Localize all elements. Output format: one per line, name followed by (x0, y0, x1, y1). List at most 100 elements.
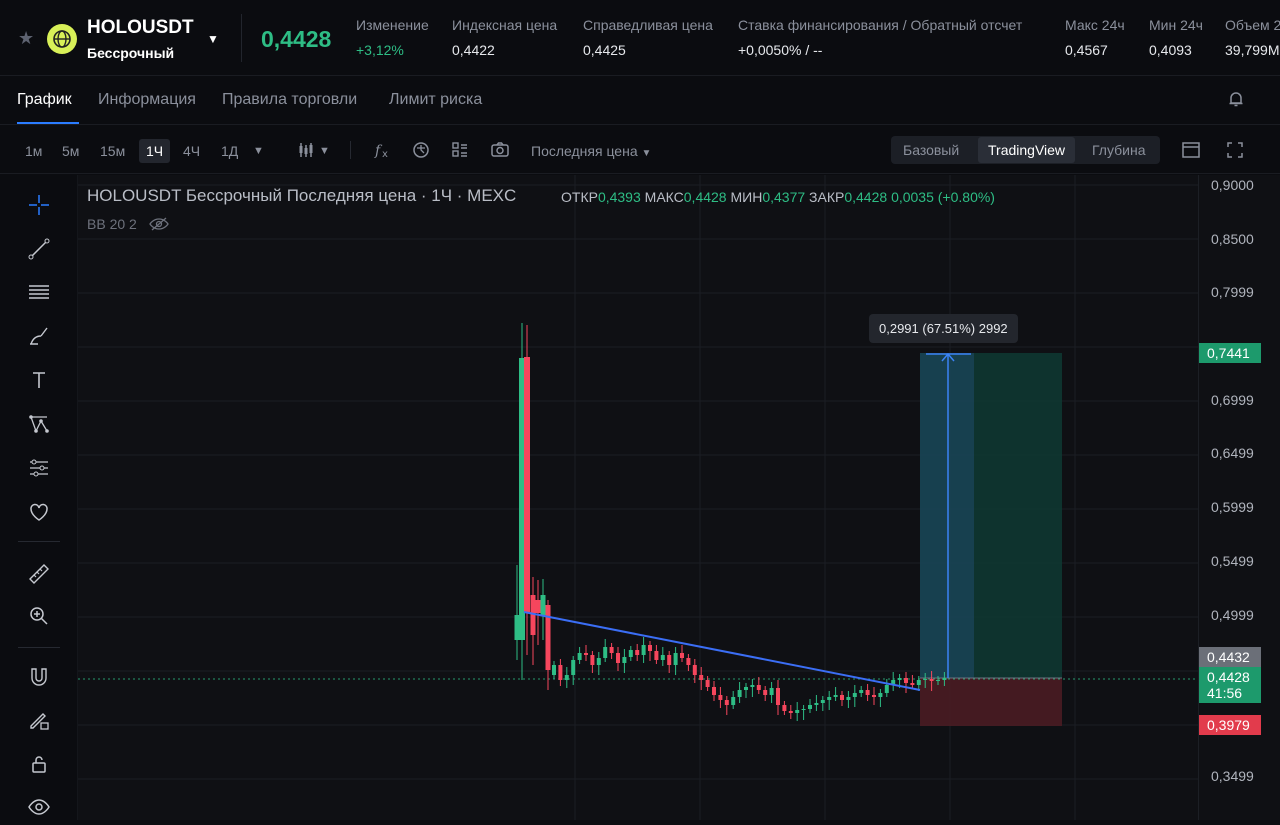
candle-body (577, 653, 582, 660)
crosshair-icon[interactable] (27, 193, 51, 217)
timeframe-dropdown-chevron-down-icon[interactable]: ▼ (253, 145, 264, 157)
camera-icon[interactable] (490, 140, 510, 160)
channel-icon[interactable] (27, 280, 51, 304)
candle-body (673, 653, 678, 665)
chart-type-chevron-down-icon[interactable]: ▼ (319, 145, 330, 157)
candle-body (897, 678, 902, 680)
axis-tick: 0,7999 (1211, 284, 1254, 300)
fib-icon[interactable] (27, 456, 51, 480)
tab-trading-rules[interactable]: Правила торговли (222, 91, 357, 109)
ohlc-high: 0,4428 (683, 189, 727, 205)
stat-index-price: Индексная цена 0,4422 (452, 17, 557, 58)
alerts-icon[interactable] (411, 140, 431, 160)
svg-text:x: x (382, 149, 388, 160)
candle-body (910, 683, 915, 685)
stat-label: Изменение (356, 17, 429, 33)
candle-body (827, 697, 832, 700)
stat-value: +3,12% (356, 42, 404, 58)
stat-value: 0,4422 (452, 42, 495, 58)
position-loss-zone (920, 678, 1062, 726)
candle-body (686, 658, 691, 665)
timeframe-1d[interactable]: 1Д (221, 143, 238, 159)
candle-body (865, 690, 870, 695)
tab-risk-limit[interactable]: Лимит риска (389, 91, 482, 109)
candle-body (763, 690, 768, 695)
zoom-icon[interactable] (27, 604, 51, 628)
brush-icon[interactable] (27, 324, 51, 348)
view-basic[interactable]: Базовый (903, 142, 959, 158)
price-chart[interactable] (78, 175, 1198, 820)
contract-type[interactable]: Бессрочный (87, 45, 174, 61)
divider (241, 14, 242, 62)
candle-body (756, 685, 761, 690)
indicator-bb[interactable]: BB 20 2 (87, 216, 169, 232)
candle-body (590, 655, 595, 665)
trendline (523, 611, 921, 691)
stat-label: Мин 24ч (1149, 17, 1203, 33)
last-price-tag: 0,4428 41:56 (1199, 667, 1261, 703)
candle-body (699, 675, 704, 680)
candle-body (852, 693, 857, 697)
heart-icon[interactable] (27, 500, 51, 524)
symbol-dropdown-chevron-down-icon[interactable]: ▼ (207, 32, 219, 46)
trendline-icon[interactable] (27, 237, 51, 261)
candle-body (929, 679, 934, 681)
candles-icon[interactable] (296, 140, 316, 160)
magnet-icon[interactable] (27, 665, 51, 689)
fullscreen-icon[interactable] (1225, 140, 1245, 160)
timeframe-1h[interactable]: 1Ч (139, 139, 171, 163)
chart-canvas[interactable] (78, 175, 1198, 820)
text-icon[interactable] (27, 368, 51, 392)
stat-value: +0,0050% / -- (738, 42, 823, 58)
candle-body (648, 645, 652, 651)
layout-icon[interactable] (1181, 140, 1201, 160)
pattern-icon[interactable] (27, 412, 51, 436)
stat-volume-24h: Объем 2 39,799M (1225, 17, 1280, 58)
candle-body (878, 693, 883, 697)
ohlc-open-label: ОТКР (561, 189, 598, 205)
ohlc-low: 0,4377 (762, 189, 806, 205)
timeframe-4h[interactable]: 4Ч (183, 143, 200, 159)
ohlc-close-label: ЗАКР (809, 189, 845, 205)
symbol-name[interactable]: HOLOUSDT (87, 17, 194, 39)
tab-info[interactable]: Информация (98, 91, 196, 109)
lock-icon[interactable] (27, 752, 51, 776)
eye-icon[interactable] (27, 795, 51, 819)
candle-body (833, 695, 838, 697)
candle-body (540, 595, 546, 615)
candle-body (814, 703, 819, 705)
timeframe-1m[interactable]: 1м (25, 143, 42, 159)
indicators-icon[interactable]: fx (373, 140, 393, 160)
candle-body (846, 697, 851, 700)
candle-body (788, 711, 793, 713)
candle-body (571, 660, 576, 675)
hidden-eye-icon[interactable] (148, 217, 169, 231)
candle-body (667, 655, 672, 665)
view-tradingview[interactable]: TradingView (978, 137, 1076, 163)
price-axis[interactable]: 0,9000 0,8500 0,7999 0,6999 0,6499 0,599… (1198, 175, 1280, 820)
price-type-selector[interactable]: Последняя цена ▼ (531, 143, 651, 159)
candle-body (609, 647, 614, 653)
ruler-icon[interactable] (27, 562, 51, 586)
candle-body (731, 697, 736, 705)
candle-countdown: 41:56 (1207, 685, 1243, 701)
axis-tick: 0,6499 (1211, 445, 1254, 461)
favorite-star-icon[interactable]: ★ (18, 28, 34, 49)
bell-icon[interactable] (1227, 90, 1245, 108)
stat-value: 0,4093 (1149, 42, 1192, 58)
tab-chart[interactable]: График (17, 91, 72, 109)
axis-tick: 0,8500 (1211, 231, 1254, 247)
indicator-label: BB 20 2 (87, 216, 137, 232)
candle-body (737, 690, 742, 697)
candle-body (603, 647, 608, 658)
templates-icon[interactable] (450, 140, 470, 160)
timeframe-15m[interactable]: 15м (100, 143, 125, 159)
index-price-tag: 0,4432 (1199, 647, 1261, 667)
lock-draw-icon[interactable] (27, 708, 51, 732)
view-depth[interactable]: Глубина (1092, 142, 1145, 158)
divider (18, 541, 60, 542)
axis-tick: 0,6999 (1211, 392, 1254, 408)
timeframe-5m[interactable]: 5м (62, 143, 79, 159)
stat-value: 39,799M (1225, 42, 1280, 58)
stop-price-tag: 0,3979 (1199, 715, 1261, 735)
